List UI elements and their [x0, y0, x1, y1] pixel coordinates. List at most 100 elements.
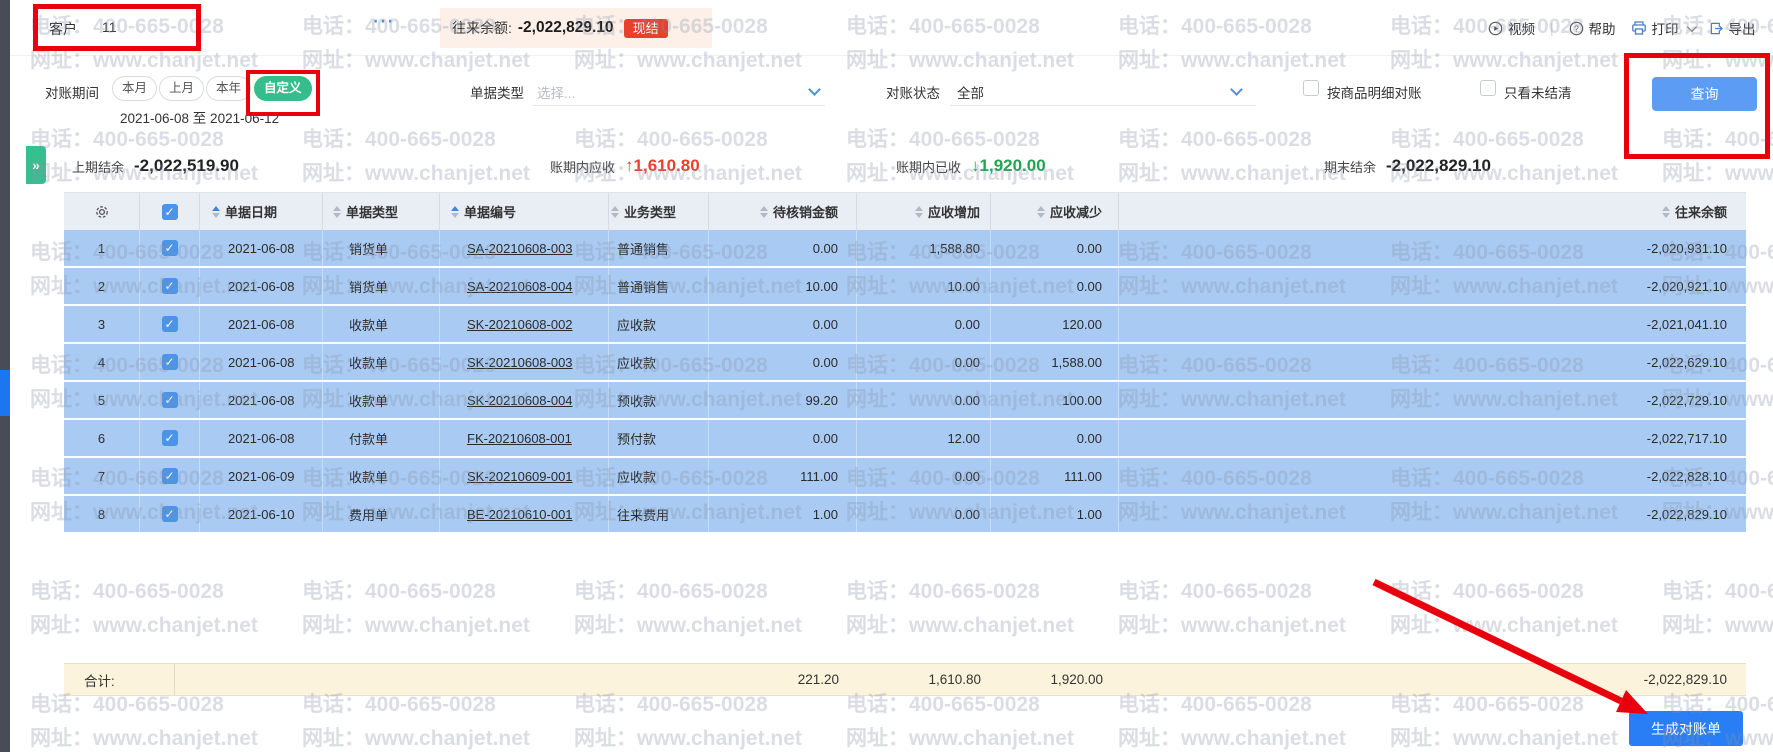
- table-cell: 2021-06-08: [200, 230, 323, 266]
- watermark-text: 电话：400-665-0028网址：www.chanjet.net: [574, 694, 802, 750]
- print-button[interactable]: 打印: [1631, 18, 1694, 38]
- column-header[interactable]: 待核销金额: [709, 193, 857, 230]
- more-ellipsis-icon[interactable]: ⋯: [372, 8, 395, 34]
- checkbox-cell: ✓: [140, 306, 200, 342]
- status-chevron-icon[interactable]: [1230, 83, 1243, 96]
- row-checkbox[interactable]: ✓: [162, 430, 178, 446]
- sort-arrows-icon[interactable]: [212, 206, 220, 218]
- row-checkbox[interactable]: ✓: [162, 468, 178, 484]
- row-checkbox[interactable]: ✓: [162, 240, 178, 256]
- doc-type-label: 单据类型: [470, 82, 524, 102]
- table-cell: -2,022,729.10: [1119, 382, 1746, 418]
- period-last-month[interactable]: 上月: [159, 76, 204, 101]
- query-button[interactable]: 查询: [1652, 77, 1757, 111]
- down-arrow-icon: ↓: [971, 156, 980, 175]
- column-header[interactable]: 应收减少: [991, 193, 1119, 230]
- column-header[interactable]: 单据日期: [200, 193, 323, 230]
- row-number: 1: [64, 230, 140, 266]
- printer-icon: [1631, 20, 1647, 36]
- checkbox-cell: ✓: [140, 420, 200, 456]
- balance-chip: 往来余额: -2,022,829.10 现结: [440, 8, 712, 48]
- period-this-month[interactable]: 本月: [112, 76, 157, 101]
- product-detail-checkbox[interactable]: [1303, 80, 1319, 96]
- generate-statement-button[interactable]: 生成对账单: [1629, 711, 1743, 746]
- table-row[interactable]: 3✓2021-06-08收款单SK-20210608-002应收款0.000.0…: [64, 306, 1746, 342]
- table-cell: 预收款: [609, 382, 709, 418]
- sort-arrows-icon[interactable]: [451, 206, 459, 218]
- row-number: 3: [64, 306, 140, 342]
- doc-no-link[interactable]: SK-20210608-002: [467, 317, 573, 332]
- doc-type-select[interactable]: 选择...: [537, 82, 575, 102]
- sidebar-collapsed-tab[interactable]: [0, 370, 10, 416]
- table-cell: SK-20210609-001: [440, 458, 609, 494]
- column-header[interactable]: 应收增加: [857, 193, 991, 230]
- sort-arrows-icon[interactable]: [611, 206, 619, 218]
- row-checkbox[interactable]: ✓: [162, 354, 178, 370]
- table-row[interactable]: 5✓2021-06-08收款单SK-20210608-004预收款99.200.…: [64, 382, 1746, 418]
- sort-arrows-icon[interactable]: [915, 206, 923, 218]
- row-checkbox[interactable]: ✓: [162, 506, 178, 522]
- checkbox-cell: ✓: [140, 230, 200, 266]
- checkbox-cell: ✓: [140, 268, 200, 304]
- column-header[interactable]: 往来余额: [1119, 193, 1746, 230]
- status-select[interactable]: 全部: [957, 82, 984, 102]
- doc-no-link[interactable]: SA-20210608-004: [467, 279, 573, 294]
- column-settings-gear-icon[interactable]: [64, 193, 140, 230]
- totals-increase: 1,610.80: [857, 664, 991, 695]
- select-all-checkbox[interactable]: ✓: [162, 204, 178, 220]
- table-cell: 收款单: [323, 306, 440, 342]
- help-button[interactable]: ? 帮助: [1569, 18, 1616, 38]
- row-checkbox[interactable]: ✓: [162, 278, 178, 294]
- unsettled-checkbox[interactable]: [1480, 80, 1496, 96]
- row-checkbox[interactable]: ✓: [162, 316, 178, 332]
- column-header[interactable]: 业务类型: [609, 193, 709, 230]
- doc-no-link[interactable]: BE-20210610-001: [467, 507, 573, 522]
- period-custom[interactable]: 自定义: [254, 76, 312, 101]
- status-underline: [950, 105, 1256, 106]
- doc-no-link[interactable]: SK-20210608-004: [467, 393, 573, 408]
- table-row[interactable]: 6✓2021-06-08付款单FK-20210608-001预付款0.0012.…: [64, 420, 1746, 456]
- doc-type-chevron-icon[interactable]: [808, 83, 821, 96]
- table-row[interactable]: 8✓2021-06-10费用单BE-20210610-001往来费用1.000.…: [64, 496, 1746, 532]
- date-range[interactable]: 2021-06-08 至 2021-06-12: [120, 107, 279, 127]
- sort-arrows-icon[interactable]: [1037, 206, 1045, 218]
- doc-no-link[interactable]: SA-20210608-003: [467, 241, 573, 256]
- table-cell: 1,588.80: [857, 230, 991, 266]
- export-button[interactable]: 导出: [1709, 18, 1756, 38]
- table-cell: -2,022,717.10: [1119, 420, 1746, 456]
- table-row[interactable]: 2✓2021-06-08销货单SA-20210608-004普通销售10.001…: [64, 268, 1746, 304]
- row-checkbox[interactable]: ✓: [162, 392, 178, 408]
- sort-arrows-icon[interactable]: [333, 206, 341, 218]
- totals-decrease: 1,920.00: [991, 664, 1119, 695]
- chevron-down-icon[interactable]: [1686, 22, 1696, 32]
- divider: |: [1550, 21, 1554, 36]
- table-cell: 收款单: [323, 382, 440, 418]
- doc-no-link[interactable]: SK-20210609-001: [467, 469, 573, 484]
- watermark-text: 电话：400-665-0028网址：www.chanjet.net: [1118, 16, 1346, 72]
- checkbox-cell: ✓: [140, 496, 200, 532]
- column-header[interactable]: 单据类型: [323, 193, 440, 230]
- doc-no-link[interactable]: FK-20210608-001: [467, 431, 572, 446]
- video-button[interactable]: 视频: [1488, 18, 1535, 38]
- column-header[interactable]: 单据编号: [440, 193, 609, 230]
- table-cell: -2,022,829.10: [1119, 496, 1746, 532]
- watermark-text: 电话：400-665-0028网址：www.chanjet.net: [846, 694, 1074, 750]
- watermark-text: 电话：400-665-0028网址：www.chanjet.net: [1118, 581, 1346, 637]
- expand-panel-tab[interactable]: »: [26, 146, 46, 184]
- watermark-text: 电话：400-665-0028网址：www.chanjet.net: [846, 581, 1074, 637]
- sort-arrows-icon[interactable]: [1662, 206, 1670, 218]
- watermark-text: 电话：400-665-0028网址：www.chanjet.net: [302, 581, 530, 637]
- table-cell: 应收款: [609, 306, 709, 342]
- checkbox-cell: ✓: [140, 382, 200, 418]
- customer-value[interactable]: 11: [102, 19, 117, 35]
- table-cell: 费用单: [323, 496, 440, 532]
- table-cell: SA-20210608-004: [440, 268, 609, 304]
- period-this-year[interactable]: 本年: [206, 76, 251, 101]
- table-row[interactable]: 4✓2021-06-08收款单SK-20210608-003应收款0.000.0…: [64, 344, 1746, 380]
- sort-arrows-icon[interactable]: [760, 206, 768, 218]
- table-cell: 销货单: [323, 268, 440, 304]
- watermark-text: 电话：400-665-0028网址：www.chanjet.net: [1662, 129, 1773, 185]
- table-row[interactable]: 1✓2021-06-08销货单SA-20210608-003普通销售0.001,…: [64, 230, 1746, 266]
- table-row[interactable]: 7✓2021-06-09收款单SK-20210609-001应收款111.000…: [64, 458, 1746, 494]
- doc-no-link[interactable]: SK-20210608-003: [467, 355, 573, 370]
